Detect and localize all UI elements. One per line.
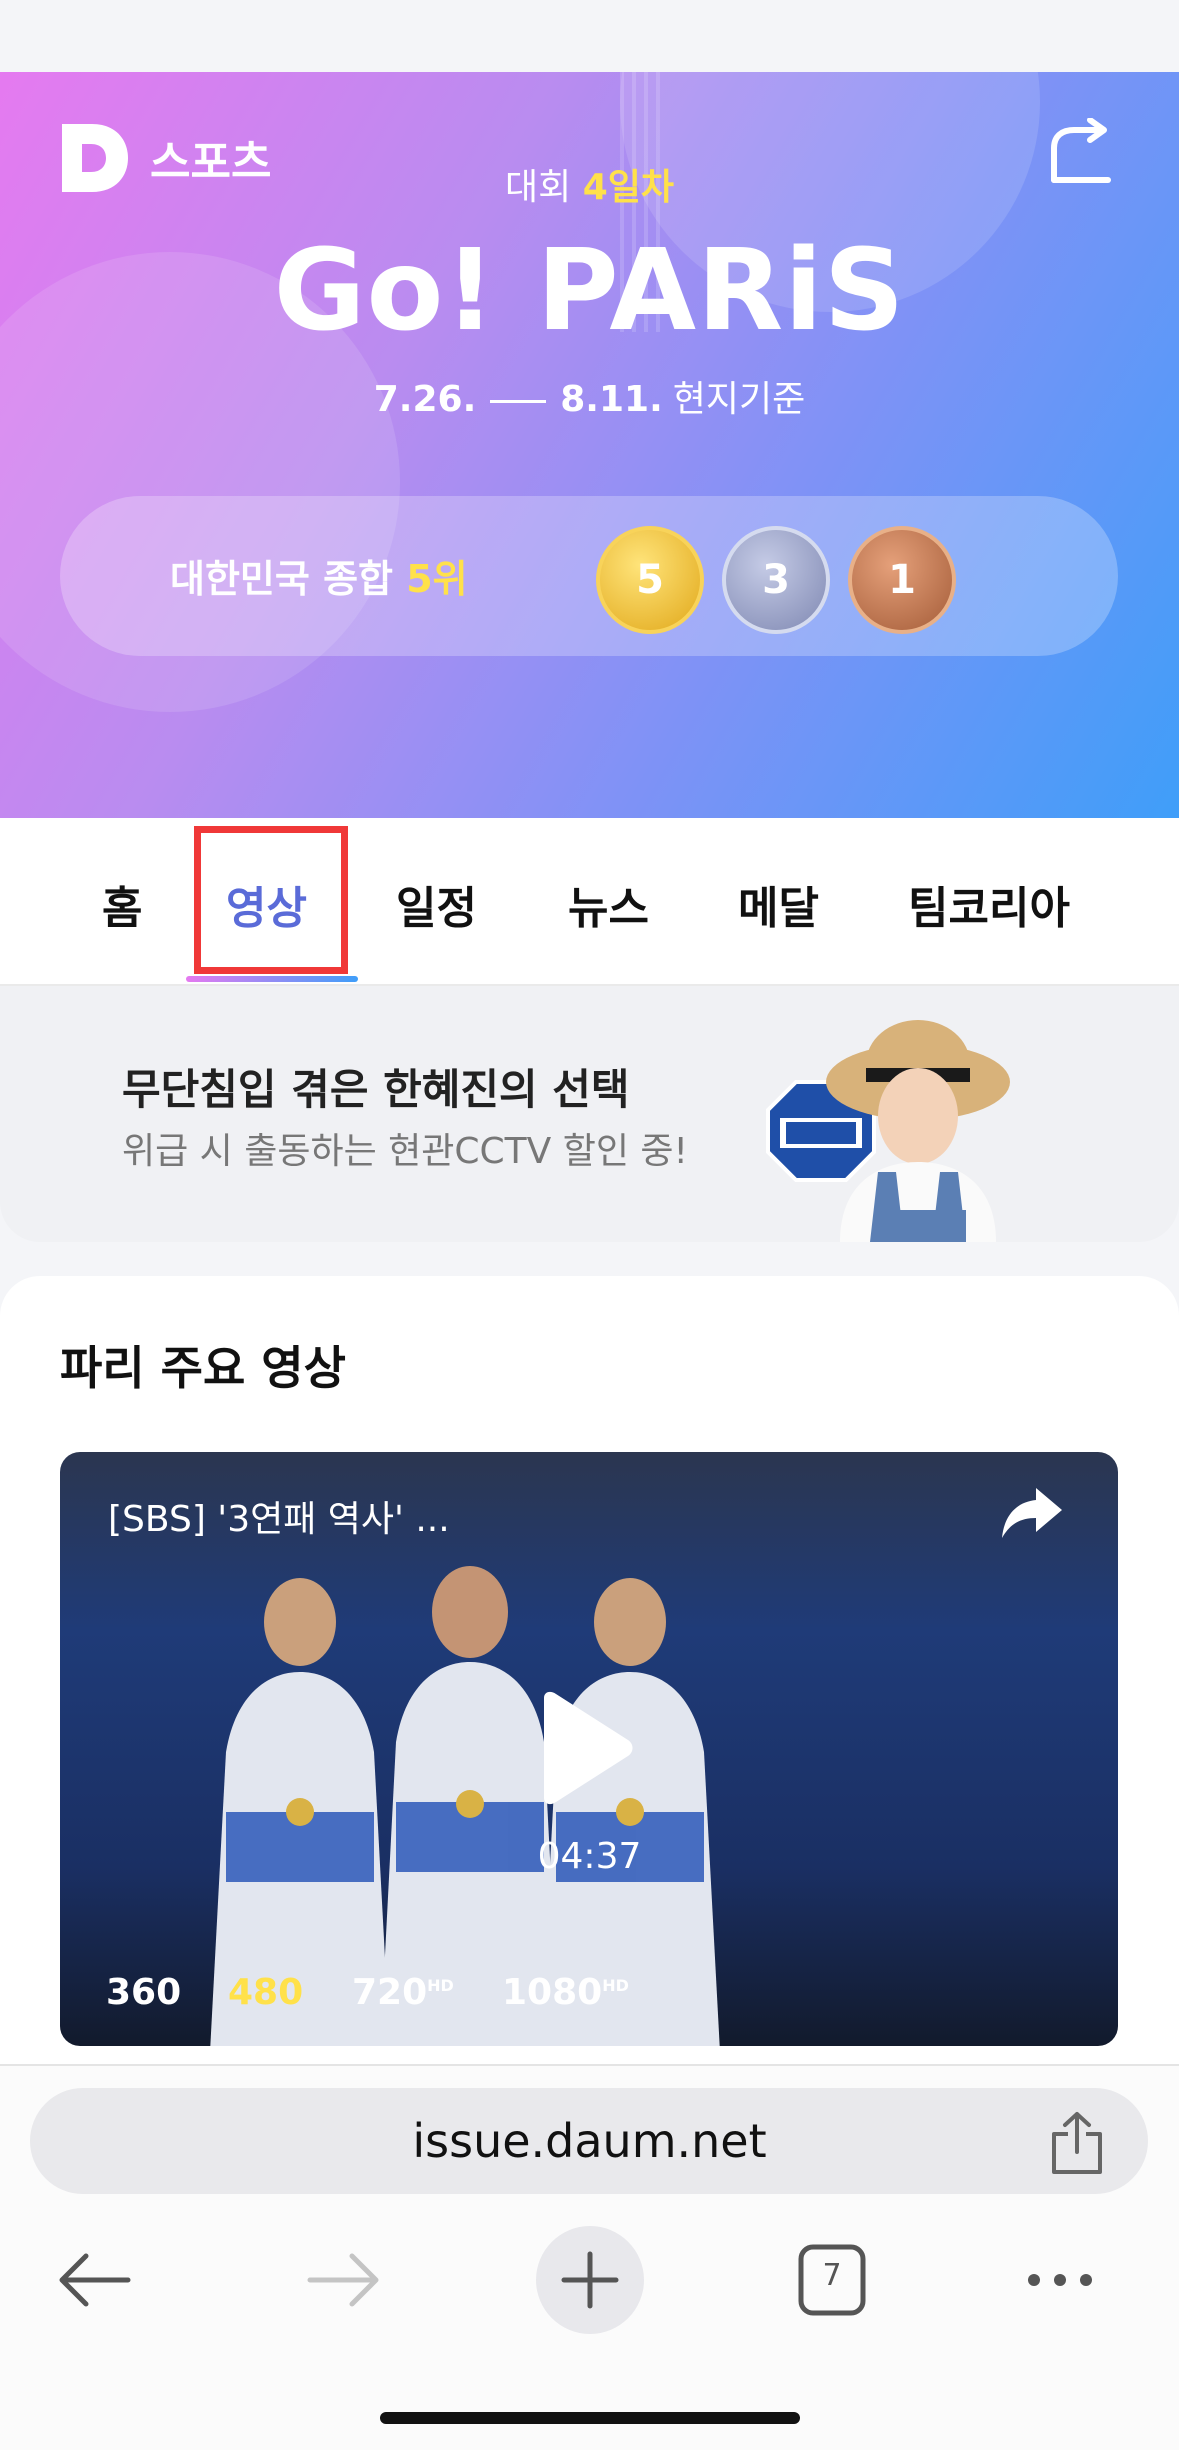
quality-option-1080[interactable]: 1080HD (502, 1972, 629, 2013)
tabs-button[interactable]: 7 (798, 2244, 866, 2316)
ranking-label: 대한민국 종합 5위 (170, 548, 468, 603)
quality-label: 1080 (502, 1972, 603, 2013)
event-header-banner: 스포츠 대회 4일차 Go! PARiS 7.26. 8.11. 현지기준 대한민국… (0, 72, 1179, 818)
ranking-prefix: 대한민국 종합 (170, 557, 407, 601)
ad-subtitle[interactable]: 위급 시 출동하는 현관CCTV 할인 중! (122, 1122, 688, 1174)
quality-option-720[interactable]: 720HD (352, 1972, 454, 2013)
plus-icon (561, 2251, 619, 2309)
more-icon[interactable] (1024, 2262, 1096, 2298)
tab-schedule[interactable]: 일정 (396, 872, 477, 936)
date-end: 8.11. (560, 379, 663, 420)
tab-count: 7 (822, 2258, 842, 2293)
gold-medal-count: 5 (596, 526, 704, 634)
section-title: 파리 주요 영상 (60, 1341, 346, 1395)
hd-badge: HD (427, 1976, 454, 1995)
date-separator (490, 399, 547, 403)
back-arrow-icon[interactable] (56, 2252, 132, 2308)
date-suffix: 현지기준 (672, 379, 806, 420)
tab-team-korea[interactable]: 팀코리아 (908, 872, 1070, 936)
video-duration: 04:37 (537, 1836, 642, 1877)
new-tab-button[interactable] (536, 2226, 644, 2334)
event-title: Go! PARiS (273, 226, 906, 356)
highlight-box (194, 826, 348, 974)
play-icon[interactable] (534, 1690, 634, 1806)
silver-medal-count: 3 (722, 526, 830, 634)
category-tabs: 홈 영상 일정 뉴스 메달 팀코리아 (0, 818, 1179, 986)
day-count: 4일차 (582, 167, 674, 208)
tab-medals[interactable]: 메달 (738, 872, 819, 936)
video-title[interactable]: [SBS] '3연패 역사' ... (108, 1490, 450, 1542)
tab-news[interactable]: 뉴스 (568, 872, 649, 936)
active-tab-underline (186, 976, 358, 982)
quality-label: 360 (106, 1972, 182, 2013)
bronze-medal-count: 1 (848, 526, 956, 634)
date-start: 7.26. (373, 379, 477, 420)
url-text[interactable]: issue.daum.net (0, 2114, 1179, 2168)
quality-option-480[interactable]: 480 (228, 1972, 303, 2013)
event-dates: 7.26. 8.11. 현지기준 (0, 370, 1179, 422)
tab-home[interactable]: 홈 (102, 872, 142, 936)
quality-label: 480 (228, 1972, 304, 2013)
ad-model-image (826, 1020, 1010, 1242)
quality-label: 720 (352, 1972, 428, 2013)
share-icon[interactable] (1048, 2110, 1106, 2176)
forward-arrow-icon[interactable] (306, 2252, 382, 2308)
hd-badge: HD (602, 1976, 629, 1995)
video-share-icon[interactable] (1000, 1484, 1064, 1540)
ad-title[interactable]: 무단침입 겪은 한혜진의 선택 (122, 1056, 630, 1117)
home-indicator (380, 2412, 800, 2424)
day-prefix: 대회 (505, 167, 583, 208)
quality-option-360[interactable]: 360 (106, 1972, 181, 2013)
ranking-value: 5위 (406, 557, 468, 601)
event-day-label: 대회 4일차 (0, 158, 1179, 210)
